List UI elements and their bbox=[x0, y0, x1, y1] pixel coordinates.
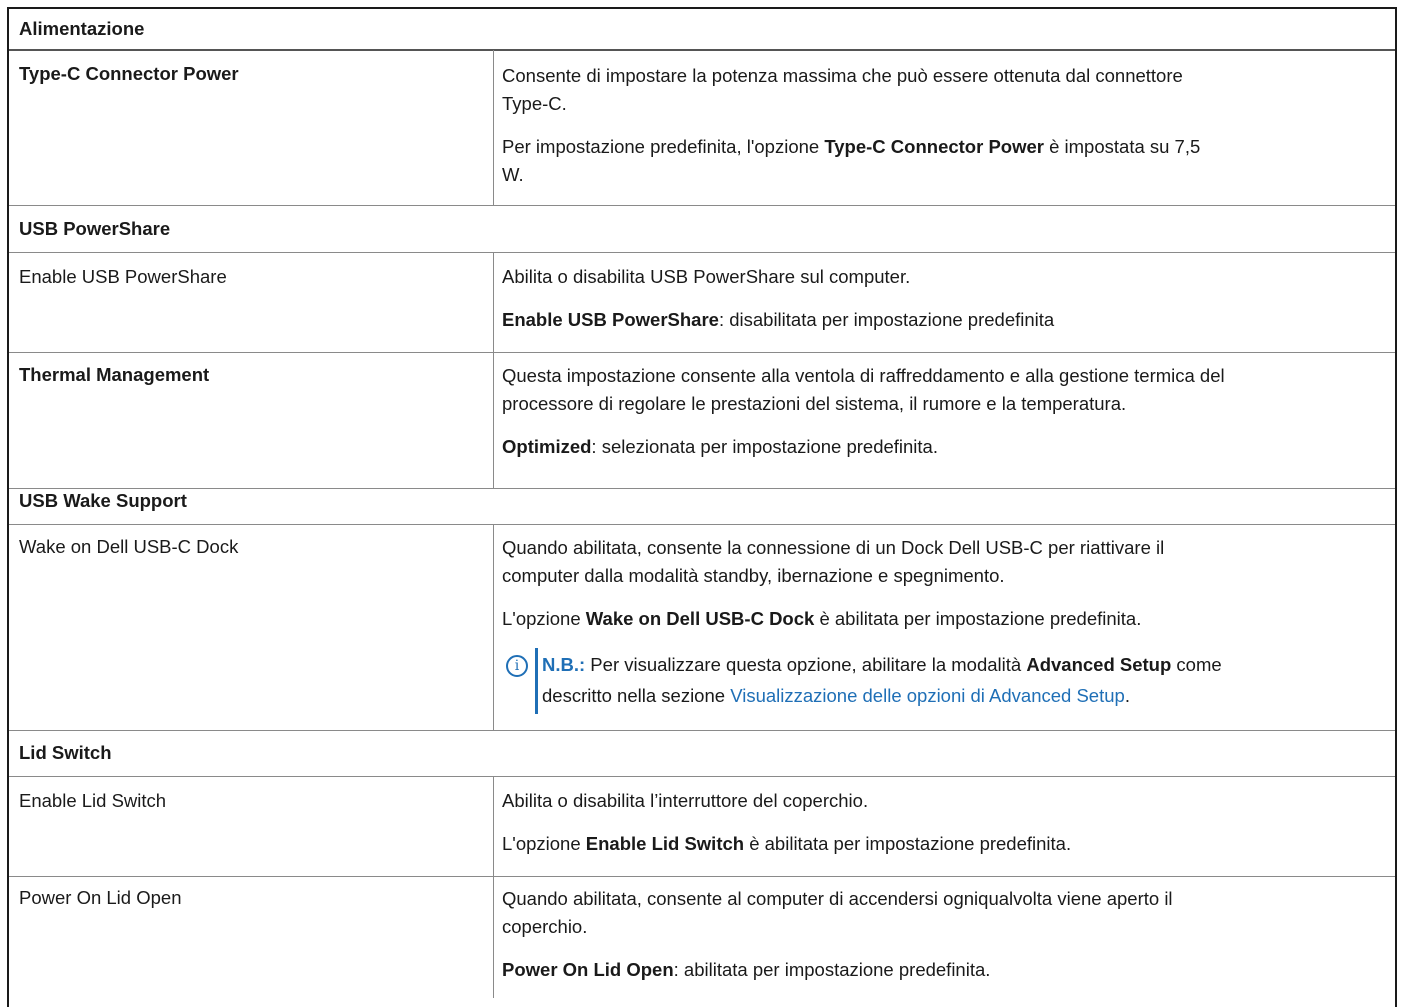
section-lid-switch: Lid Switch bbox=[19, 742, 112, 763]
option-name-power-on-lid-open: Power On Lid Open bbox=[19, 887, 182, 908]
option-desc: Consente di impostare la potenza massima… bbox=[502, 65, 1183, 86]
option-desc: coperchio. bbox=[502, 916, 588, 937]
row-divider bbox=[9, 488, 1395, 489]
column-divider bbox=[493, 525, 494, 730]
note-bar bbox=[535, 648, 538, 714]
option-desc: Abilita o disabilita USB PowerShare sul … bbox=[502, 266, 911, 287]
option-default: Enable USB PowerShare: disabilitata per … bbox=[502, 309, 1055, 330]
option-desc: Type-C. bbox=[502, 93, 567, 114]
option-name-type-c: Type-C Connector Power bbox=[19, 63, 239, 84]
row-divider bbox=[9, 776, 1395, 777]
column-divider bbox=[493, 253, 494, 352]
option-default: Per impostazione predefinita, l'opzione … bbox=[502, 136, 1201, 157]
option-default: L'opzione Enable Lid Switch è abilitata … bbox=[502, 833, 1072, 854]
option-name-enable-lid-switch: Enable Lid Switch bbox=[19, 790, 167, 811]
option-default: Optimized: selezionata per impostazione … bbox=[502, 436, 938, 457]
row-divider bbox=[9, 205, 1395, 206]
column-divider bbox=[493, 50, 494, 205]
table-header: Alimentazione bbox=[19, 18, 145, 39]
note-text: N.B.: Per visualizzare questa opzione, a… bbox=[542, 654, 1222, 675]
column-divider bbox=[493, 353, 494, 488]
header-divider bbox=[9, 49, 1395, 51]
option-desc: processore di regolare le prestazioni de… bbox=[502, 393, 1127, 414]
option-default: L'opzione Wake on Dell USB-C Dock è abil… bbox=[502, 608, 1142, 629]
option-desc: Abilita o disabilita l’interruttore del … bbox=[502, 790, 869, 811]
column-divider bbox=[493, 777, 494, 876]
option-name-thermal-management: Thermal Management bbox=[19, 364, 210, 385]
section-usb-powershare: USB PowerShare bbox=[19, 218, 171, 239]
option-desc: Questa impostazione consente alla ventol… bbox=[502, 365, 1225, 386]
row-divider bbox=[9, 352, 1395, 353]
row-divider bbox=[9, 730, 1395, 731]
column-divider bbox=[493, 877, 494, 998]
option-name-wake-on-dell-usb-c-dock: Wake on Dell USB-C Dock bbox=[19, 536, 239, 557]
option-desc: computer dalla modalità standby, ibernaz… bbox=[502, 565, 1005, 586]
option-default: Power On Lid Open: abilitata per imposta… bbox=[502, 959, 991, 980]
row-divider bbox=[9, 252, 1395, 253]
row-divider bbox=[9, 524, 1395, 525]
option-desc: Quando abilitata, consente la connession… bbox=[502, 537, 1165, 558]
info-icon: i bbox=[506, 655, 528, 677]
option-desc: Quando abilitata, consente al computer d… bbox=[502, 888, 1173, 909]
row-divider bbox=[9, 876, 1395, 877]
section-usb-wake-support: USB Wake Support bbox=[19, 490, 187, 511]
advanced-setup-link[interactable]: Visualizzazione delle opzioni di Advance… bbox=[730, 685, 1125, 706]
option-name-enable-usb-powershare: Enable USB PowerShare bbox=[19, 266, 227, 287]
note-text: descritto nella sezione Visualizzazione … bbox=[542, 685, 1130, 706]
option-default: W. bbox=[502, 164, 524, 185]
